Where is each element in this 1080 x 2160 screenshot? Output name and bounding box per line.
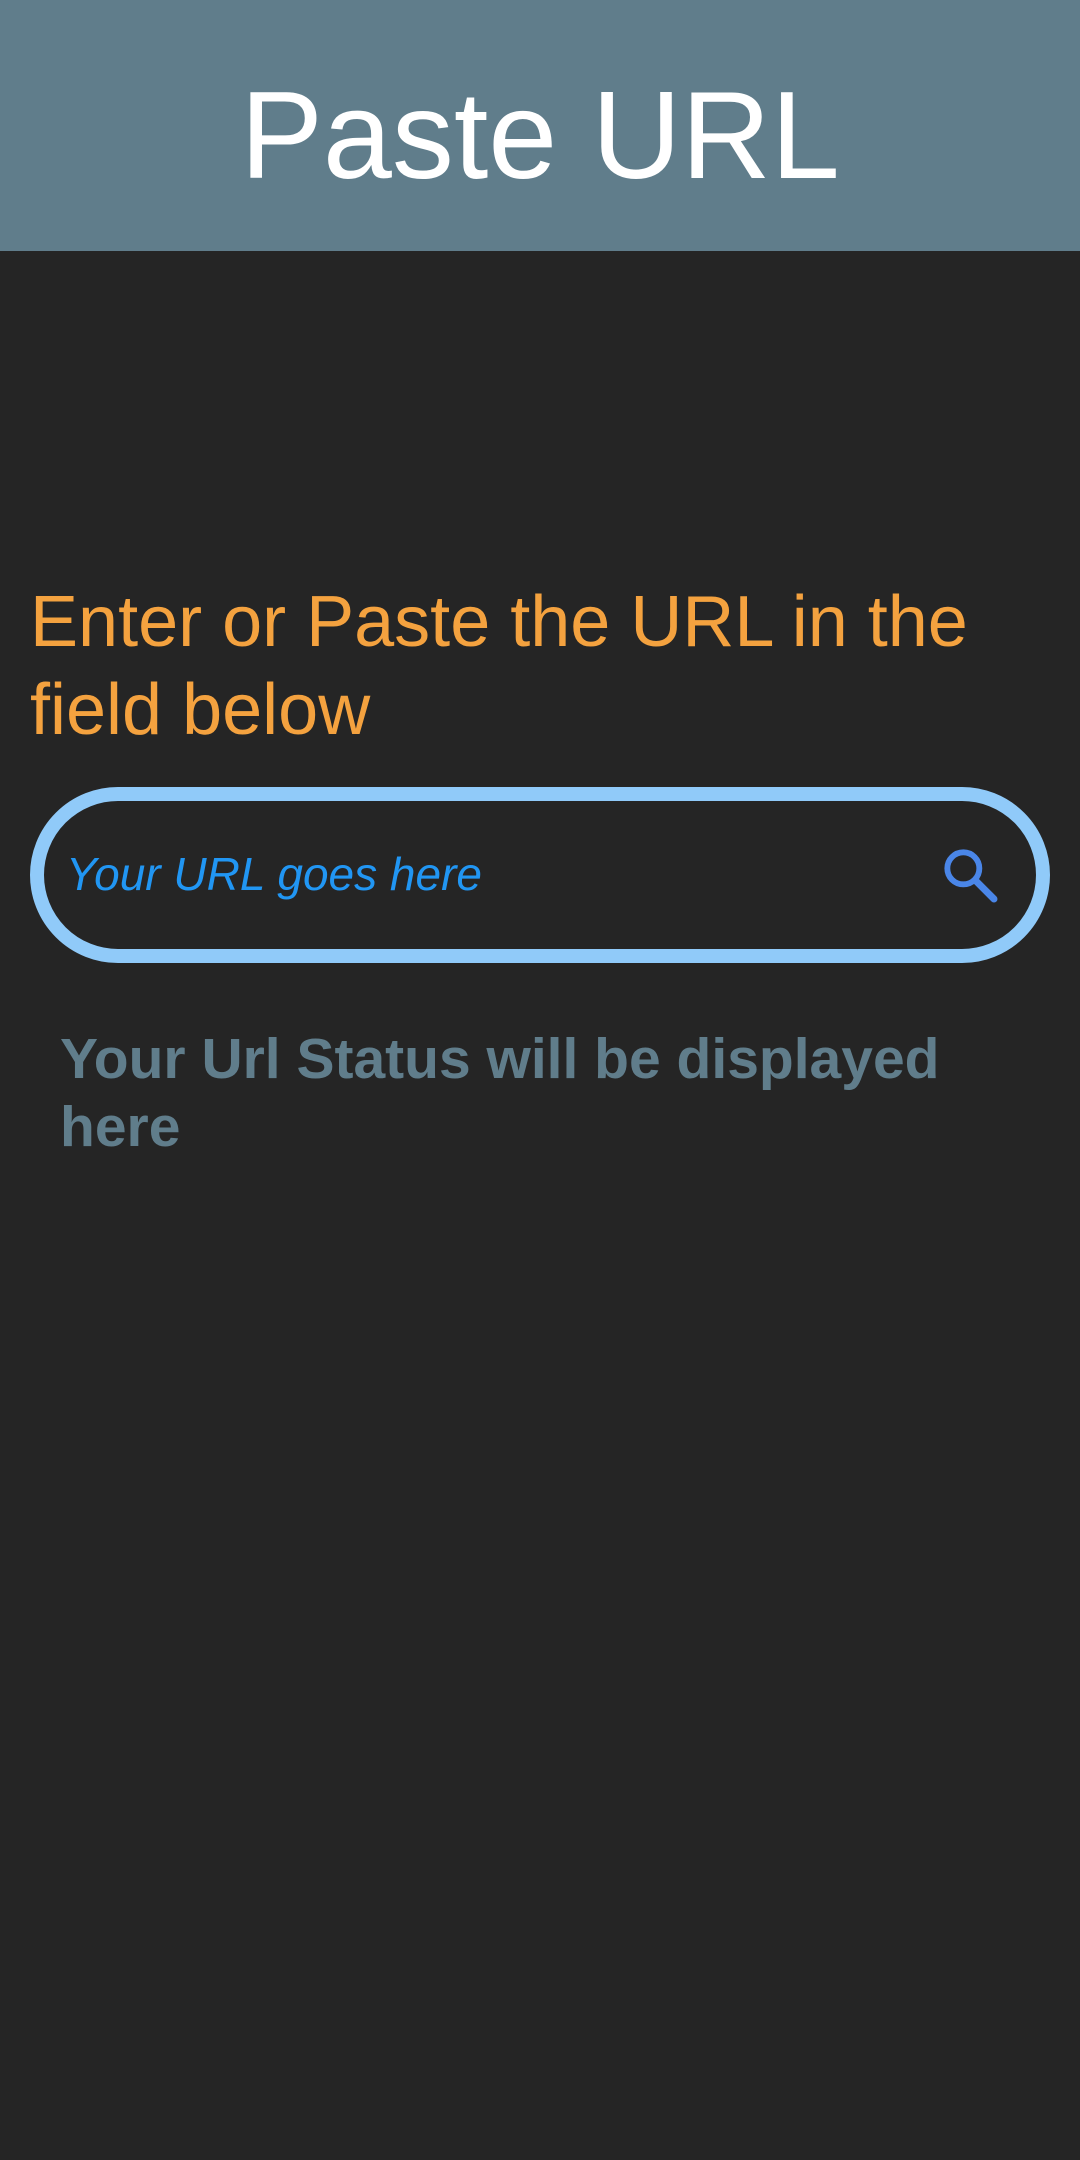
url-field[interactable] (30, 787, 1050, 963)
page-title: Paste URL (240, 66, 840, 205)
instruction-text: Enter or Paste the URL in the field belo… (30, 582, 968, 750)
search-button[interactable] (922, 827, 1018, 923)
app-screen: Paste URL Enter or Paste the URL in the … (0, 0, 1080, 2160)
url-input[interactable] (44, 800, 922, 948)
url-status-text: Your Url Status will be displayed here (60, 1027, 940, 1159)
search-icon (944, 849, 998, 903)
app-bar: Paste URL (0, 0, 1080, 251)
